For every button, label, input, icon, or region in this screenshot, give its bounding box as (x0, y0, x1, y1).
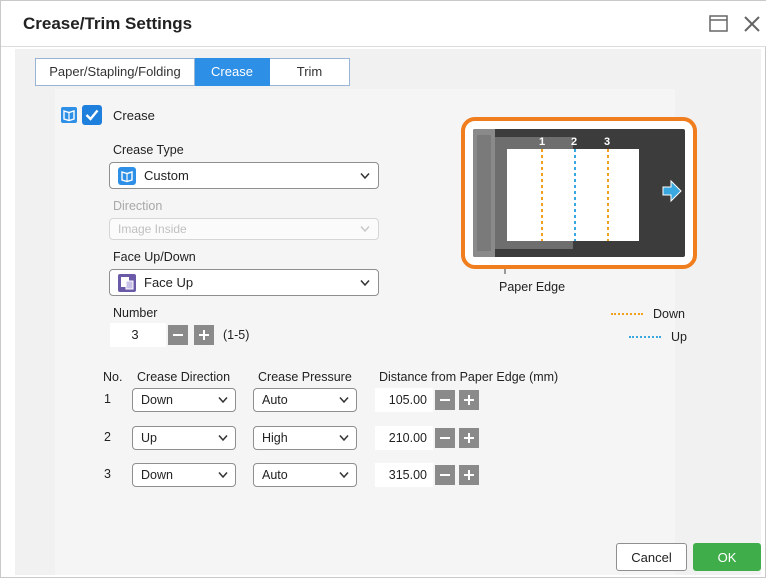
crease-type-select[interactable]: Custom (109, 162, 379, 189)
book-icon (61, 107, 77, 123)
cancel-button[interactable]: Cancel (616, 543, 687, 571)
minus-icon (440, 474, 450, 476)
chevron-down-icon (360, 172, 370, 179)
distance-decrement-button[interactable] (435, 465, 455, 485)
number-range: (1-5) (223, 328, 250, 342)
crease-direction-select[interactable]: Down (132, 463, 236, 487)
restore-window-icon[interactable] (708, 13, 730, 35)
tab-trim[interactable]: Trim (270, 58, 350, 86)
tab-crease[interactable]: Crease (195, 58, 270, 86)
settings-tabs: Paper/Stapling/Folding Crease Trim (35, 58, 350, 86)
crease-number-label: 3 (604, 136, 611, 148)
crease-number-label: 2 (571, 136, 578, 148)
col-header-crease-direction: Crease Direction (137, 370, 231, 384)
col-header-distance: Distance from Paper Edge (mm) (379, 370, 559, 384)
crease-type-label: Crease Type (113, 143, 184, 157)
minus-icon (173, 334, 183, 336)
crease-pressure-value: Auto (262, 393, 288, 407)
plus-icon (464, 433, 474, 443)
crease-preview-highlight: 1 2 3 (461, 117, 697, 269)
crease-direction-value: Up (141, 431, 157, 445)
row-number: 1 (104, 392, 111, 406)
crease-direction-value: Down (141, 393, 173, 407)
chevron-down-icon (360, 279, 370, 286)
crease-pressure-value: High (262, 431, 288, 445)
crease-checkbox-label: Crease (113, 107, 155, 123)
plus-icon (464, 470, 474, 480)
crease-pressure-select[interactable]: Auto (253, 388, 357, 412)
dialog-title: Crease/Trim Settings (23, 14, 193, 33)
chevron-down-icon (218, 435, 228, 442)
distance-input[interactable]: 315.00 (375, 463, 433, 487)
row-number: 3 (104, 467, 111, 481)
col-header-no: No. (103, 370, 123, 384)
distance-decrement-button[interactable] (435, 428, 455, 448)
direction-value: Image Inside (118, 222, 187, 236)
legend-up-label: Up (671, 330, 687, 344)
distance-increment-button[interactable] (459, 465, 479, 485)
down-line-swatch (611, 313, 643, 315)
legend-down: Down (611, 307, 685, 321)
legend-down-label: Down (653, 307, 685, 321)
crease-toggle-row: Crease (61, 105, 155, 125)
ok-button[interactable]: OK (693, 543, 761, 571)
distance-decrement-button[interactable] (435, 390, 455, 410)
close-icon[interactable] (741, 13, 763, 35)
number-decrement-button[interactable] (168, 325, 188, 345)
direction-label: Direction (113, 199, 163, 213)
crease-direction-value: Down (141, 468, 173, 482)
crease-pressure-value: Auto (262, 468, 288, 482)
col-header-crease-pressure: Crease Pressure (258, 370, 352, 384)
face-up-down-value: Face Up (144, 275, 194, 290)
number-increment-button[interactable] (194, 325, 214, 345)
distance-increment-button[interactable] (459, 428, 479, 448)
minus-icon (440, 437, 450, 439)
tab-paper-stapling-folding[interactable]: Paper/Stapling/Folding (35, 58, 195, 86)
crease-number-label: 1 (539, 136, 546, 148)
number-label: Number (113, 306, 158, 320)
crease-direction-select[interactable]: Up (132, 426, 236, 450)
crease-preview: 1 2 3 (473, 129, 685, 257)
minus-icon (440, 399, 450, 401)
up-line-swatch (629, 336, 661, 338)
distance-input[interactable]: 210.00 (375, 426, 433, 450)
face-up-down-label: Face Up/Down (113, 250, 196, 264)
title-bar: Crease/Trim Settings (1, 1, 766, 47)
crease-type-value: Custom (144, 168, 189, 183)
distance-input[interactable]: 105.00 (375, 388, 433, 412)
crease-checkbox[interactable] (82, 105, 102, 125)
face-up-icon (118, 273, 136, 292)
crease-pressure-select[interactable]: High (253, 426, 357, 450)
plus-icon (464, 395, 474, 405)
face-up-down-select[interactable]: Face Up (109, 269, 379, 296)
chevron-down-icon (339, 397, 349, 404)
chevron-down-icon (218, 472, 228, 479)
crease-trim-dialog: Crease/Trim Settings Paper/Stapling/Fold… (0, 0, 766, 578)
custom-book-icon (118, 166, 136, 185)
chevron-down-icon (339, 472, 349, 479)
chevron-down-icon (218, 397, 228, 404)
crease-direction-select[interactable]: Down (132, 388, 236, 412)
number-input[interactable]: 3 (110, 323, 166, 347)
row-number: 2 (104, 430, 111, 444)
plus-icon (199, 330, 209, 340)
paper-edge-label: Paper Edge (499, 280, 566, 294)
crease-pressure-select[interactable]: Auto (253, 463, 357, 487)
distance-increment-button[interactable] (459, 390, 479, 410)
direction-select: Image Inside (109, 218, 379, 240)
chevron-down-icon (360, 226, 370, 233)
paper-edge-marker (504, 269, 506, 274)
legend-up: Up (629, 330, 687, 344)
chevron-down-icon (339, 435, 349, 442)
